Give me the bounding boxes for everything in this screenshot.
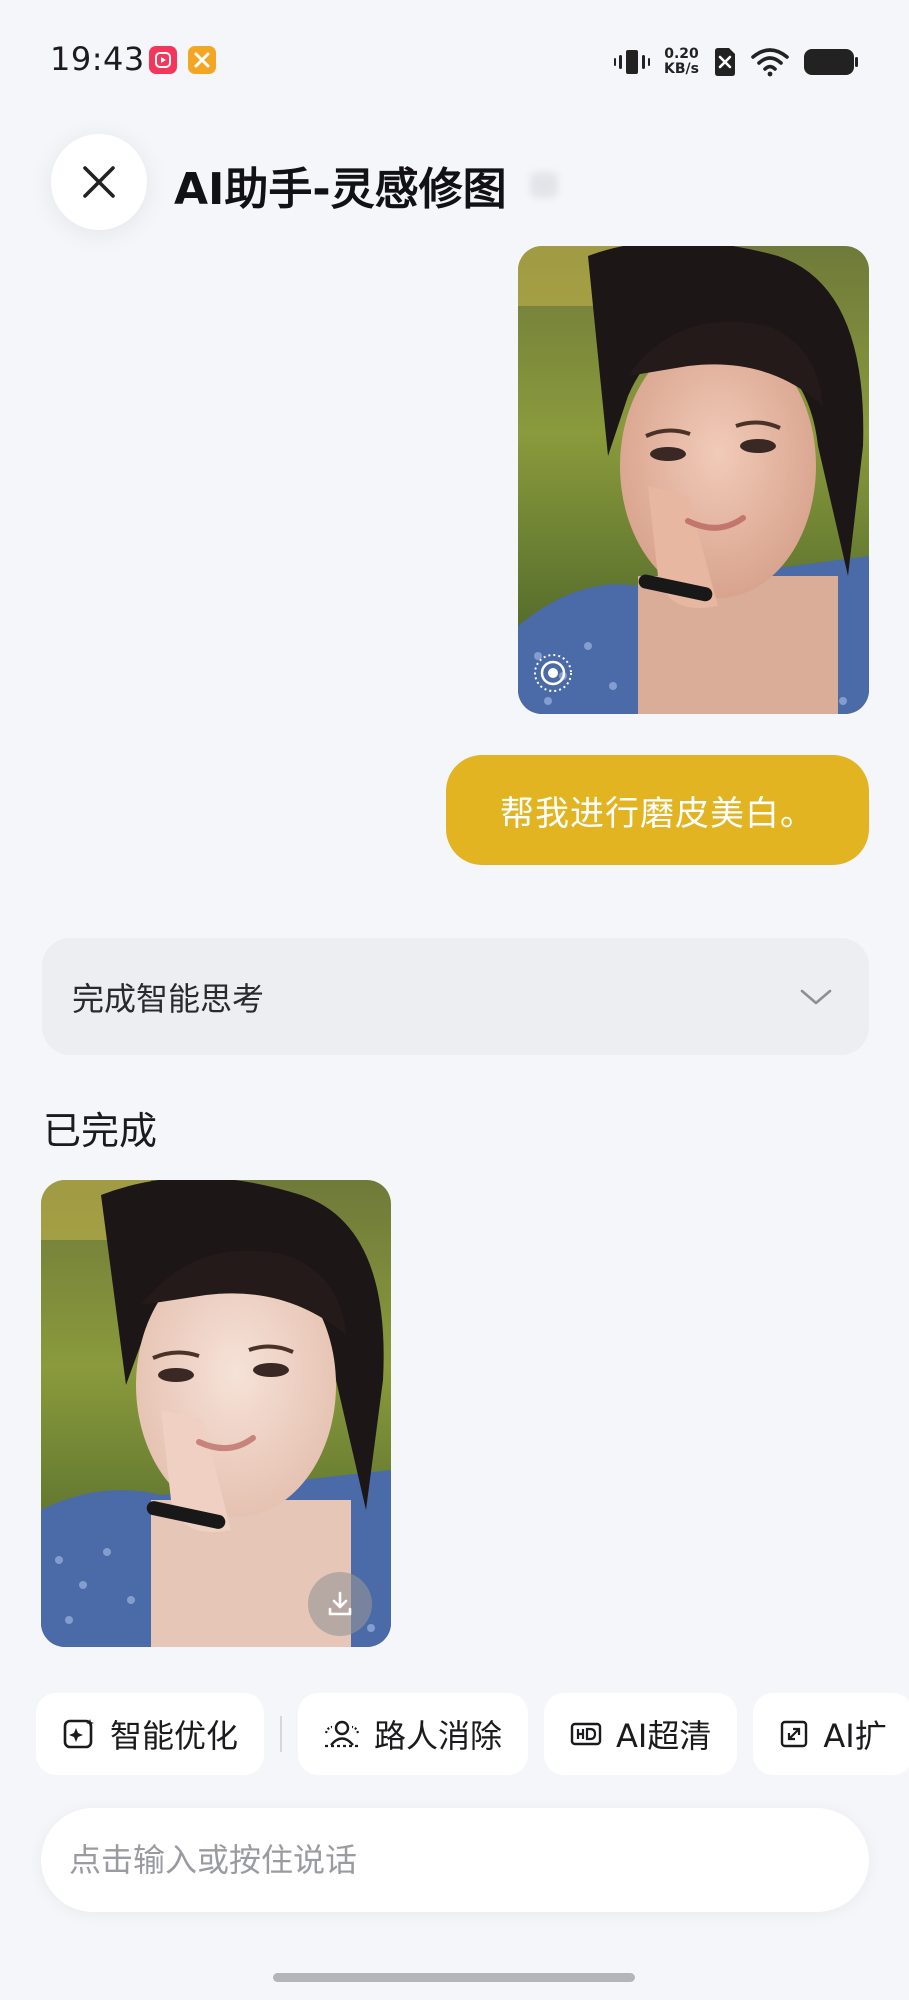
page-title: AI助手-灵感修图 [174, 164, 507, 215]
wifi-icon [751, 48, 789, 77]
close-icon [83, 166, 115, 198]
download-button[interactable] [308, 1572, 372, 1636]
smart-enhance-icon [63, 1719, 94, 1749]
remove-people-label: 路人消除 [374, 1717, 503, 1755]
live-photo-icon[interactable] [532, 652, 574, 694]
expand-icon [781, 1720, 808, 1748]
close-button[interactable] [51, 134, 147, 230]
status-time: 19:43 [50, 40, 145, 78]
hd-icon [570, 1722, 602, 1746]
net-speed-value: 0.20 [664, 46, 699, 62]
net-speed-unit: KB/s [664, 61, 699, 77]
status-icons: 0.20 KB/s [614, 40, 859, 84]
smart-enhance-label: 智能优化 [110, 1717, 239, 1755]
tools-app-icon [188, 46, 216, 74]
video-app-icon [149, 46, 177, 74]
download-icon [328, 1591, 352, 1616]
title-blur-decoration [530, 172, 558, 198]
ai-hd-button[interactable]: AI超清 [544, 1693, 738, 1775]
battery-icon [804, 49, 858, 75]
thinking-panel[interactable]: 完成智能思考 [42, 938, 869, 1055]
no-sim-icon [715, 48, 735, 76]
message-input-container[interactable] [41, 1808, 869, 1912]
sent-photo[interactable] [518, 246, 869, 714]
home-indicator[interactable] [273, 1973, 635, 1982]
chevron-down-icon [800, 989, 832, 1004]
completed-label: 已完成 [43, 1109, 158, 1153]
user-message-bubble: 帮我进行磨皮美白。 [446, 755, 869, 865]
message-input[interactable] [67, 1840, 831, 1880]
ai-hd-label: AI超清 [616, 1717, 712, 1755]
smart-enhance-button[interactable]: 智能优化 [36, 1693, 265, 1775]
vibrate-icon [614, 50, 651, 74]
ai-expand-button[interactable]: AI扩 [753, 1693, 909, 1775]
remove-people-button[interactable]: 路人消除 [298, 1693, 529, 1775]
chip-divider [280, 1716, 283, 1752]
net-speed: 0.20 KB/s [664, 47, 699, 77]
quick-actions-bar: 智能优化 路人消除 AI超清 AI扩 [36, 1693, 909, 1775]
remove-people-icon [324, 1720, 360, 1748]
ai-expand-label: AI扩 [823, 1717, 887, 1755]
thinking-label: 完成智能思考 [72, 979, 265, 1018]
